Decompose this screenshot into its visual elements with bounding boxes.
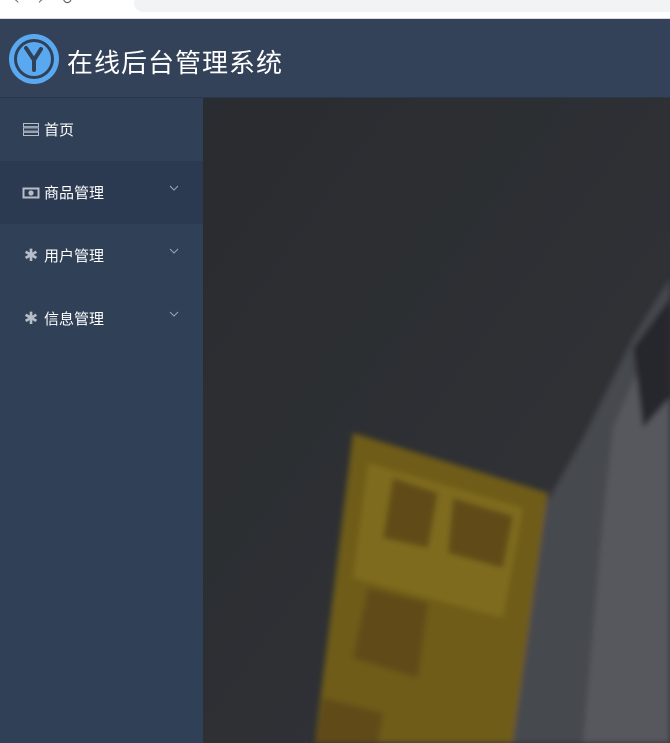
clock-logo-icon[interactable]: [7, 32, 61, 86]
server-icon: [22, 123, 40, 137]
money-icon: [22, 186, 40, 200]
chevron-down-icon[interactable]: [169, 183, 179, 193]
app-header: 在线后台管理系统: [0, 19, 670, 98]
chevron-down-icon[interactable]: [169, 309, 179, 319]
sidebar: 首页 商品管理 ✱ 用户管理 ✱ 信息管理: [0, 98, 203, 743]
sidebar-item-users[interactable]: ✱ 用户管理: [0, 224, 203, 287]
content-background-image: [203, 98, 670, 743]
sidebar-item-info[interactable]: ✱ 信息管理: [0, 287, 203, 350]
sidebar-item-label: 用户管理: [44, 247, 105, 265]
asterisk-icon: ✱: [23, 245, 39, 266]
address-bar[interactable]: [134, 0, 670, 12]
sidebar-item-label: 首页: [44, 121, 75, 139]
asterisk-icon: ✱: [23, 308, 39, 329]
sidebar-item-home[interactable]: 首页: [0, 98, 203, 161]
app-title: 在线后台管理系统: [67, 49, 284, 79]
sidebar-item-products[interactable]: 商品管理: [0, 161, 203, 224]
browser-toolbar: ‹›↻: [0, 0, 670, 19]
browser-nav-icons[interactable]: ‹›↻: [14, 0, 91, 8]
sidebar-item-label: 商品管理: [44, 184, 105, 202]
chevron-down-icon[interactable]: [169, 246, 179, 256]
sidebar-item-label: 信息管理: [44, 310, 105, 328]
